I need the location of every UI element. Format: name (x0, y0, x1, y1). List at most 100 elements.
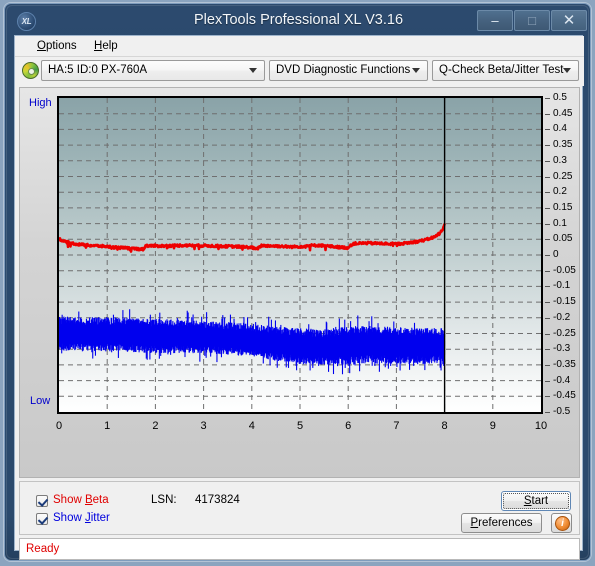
x-tick-label: 3 (200, 420, 207, 432)
checkbox-jitter-box[interactable] (36, 513, 48, 525)
menu-item-help[interactable]: Help (88, 38, 124, 55)
x-tick-label: 0 (55, 420, 63, 432)
plot-area (57, 96, 543, 414)
drive-select-value: HA:5 ID:0 PX-760A (48, 64, 148, 76)
y-tick-mark (545, 98, 550, 99)
disc-icon (22, 62, 39, 79)
info-button[interactable]: i (551, 513, 572, 533)
checkbox-jitter-label: Show Jitter (53, 512, 110, 524)
client-area: Options Help HA:5 ID:0 PX-760A DVD Diagn… (14, 35, 584, 560)
x-tick-label: 5 (296, 420, 304, 432)
controls-panel: Show Beta Show Jitter LSN: 4173824 Start… (19, 481, 580, 535)
y-tick-label: 0.5 (553, 92, 567, 103)
status-bar: Ready (19, 538, 580, 560)
preferences-button-label: Preferences (470, 517, 533, 529)
y-tick-mark (545, 113, 550, 115)
menu-help-label: elp (102, 40, 118, 52)
y-tick-label: -0.25 (553, 327, 576, 339)
menu-options-label: ptions (45, 40, 77, 52)
title-bar: XL PlexTools Professional XL V3.16 – □ ✕ (5, 4, 592, 38)
y-tick-mark (545, 286, 550, 288)
y-tick-label: -0.2 (553, 311, 571, 323)
preferences-mnemonic: P (470, 517, 479, 529)
y-tick-label: -0.3 (553, 343, 571, 355)
test-select[interactable]: Q-Check Beta/Jitter Test (432, 60, 579, 81)
test-select-value: Q-Check Beta/Jitter Test (439, 64, 564, 76)
y-tick-label: 0.25 (553, 170, 573, 182)
minimize-button[interactable]: – (477, 10, 513, 31)
menu-options-mnemonic: O (37, 40, 46, 52)
x-tick-label: 8 (441, 420, 448, 432)
x-tick-label: 7 (393, 420, 400, 432)
y-tick-mark (545, 145, 550, 147)
x-tick-label: 9 (489, 420, 496, 432)
y-tick-label: 0 (553, 249, 559, 260)
y-tick-label: -0.35 (553, 358, 576, 370)
y-tick-label: 0.4 (553, 123, 567, 135)
y-tick-label: 0.1 (553, 217, 567, 229)
y-tick-mark (545, 129, 550, 131)
chevron-down-icon (563, 68, 571, 73)
y-tick-mark (545, 349, 550, 351)
y-tick-mark (545, 364, 550, 366)
y-tick-mark (545, 412, 550, 413)
maximize-icon: □ (528, 13, 536, 28)
function-select[interactable]: DVD Diagnostic Functions (269, 60, 428, 81)
preferences-button[interactable]: Preferences (461, 513, 542, 533)
y-tick-mark (545, 380, 550, 382)
y-axis-ticks: 0.5 0.45 0.4 0.35 0.3 0.25 0.2 0.15 0.1 0.05 0 -0.0… (545, 92, 581, 417)
info-icon: i (555, 516, 570, 531)
start-button-label: Start (523, 495, 549, 507)
y-tick-label: 0.15 (553, 201, 573, 213)
y-tick-label: 0.45 (553, 107, 573, 119)
y-tick-mark (545, 239, 550, 241)
y-tick-label: 0.35 (553, 139, 573, 151)
lsn-label: LSN: (151, 494, 177, 506)
y-tick-mark (545, 317, 550, 319)
chart-panel: High Low 0.5 0.45 0.4 0.35 0.3 0.25 0.2 0.15 0.1… (19, 87, 580, 478)
status-message: Ready (26, 543, 60, 555)
menu-item-options[interactable]: Options (31, 38, 83, 55)
y-tick-label: -0.05 (553, 264, 576, 276)
chevron-down-icon (249, 68, 257, 73)
checkbox-beta-label: Show Beta (53, 494, 109, 506)
y-tick-mark (545, 192, 550, 194)
checkbox-jitter-mnemonic: J (84, 512, 91, 524)
grid-lines (59, 98, 541, 412)
minimize-icon: – (491, 13, 499, 28)
start-button[interactable]: Start (501, 491, 571, 511)
maximize-button[interactable]: □ (514, 10, 550, 31)
y-tick-mark (545, 396, 550, 398)
axis-label-high: High (29, 97, 52, 109)
function-select-value: DVD Diagnostic Functions (276, 64, 411, 76)
y-tick-label: 0.3 (553, 154, 567, 166)
close-icon: ✕ (562, 12, 576, 29)
chevron-down-icon (412, 68, 420, 73)
y-tick-label: -0.1 (553, 280, 571, 292)
application-window: XL PlexTools Professional XL V3.16 – □ ✕… (4, 3, 591, 561)
x-tick-label: 4 (248, 420, 255, 432)
y-tick-label: 0.2 (553, 186, 567, 198)
toolbar: HA:5 ID:0 PX-760A DVD Diagnostic Functio… (15, 57, 584, 86)
y-tick-mark (545, 333, 550, 335)
y-tick-label: -0.15 (553, 296, 576, 308)
y-tick-mark (545, 223, 550, 225)
x-tick-label: 10 (534, 420, 548, 432)
y-tick-mark (545, 176, 550, 178)
close-button[interactable]: ✕ (551, 10, 587, 31)
y-tick-label: -0.45 (553, 390, 576, 402)
x-tick-label: 1 (104, 420, 111, 432)
plot-svg (59, 98, 541, 412)
y-tick-mark (545, 207, 550, 209)
checkbox-beta-mnemonic: B (84, 494, 93, 506)
x-tick-label: 6 (345, 420, 352, 432)
x-axis-ticks: 0 1 2 3 4 5 6 7 8 9 10 (56, 417, 547, 437)
checkbox-beta-box[interactable] (36, 495, 48, 507)
y-tick-label: 0.05 (553, 233, 573, 245)
y-tick-label: -0.4 (553, 374, 571, 386)
y-tick-mark (545, 302, 550, 304)
y-tick-label: -0.5 (553, 406, 571, 417)
start-mnemonic: S (523, 495, 532, 507)
y-tick-mark (545, 160, 550, 162)
drive-select[interactable]: HA:5 ID:0 PX-760A (41, 60, 265, 81)
